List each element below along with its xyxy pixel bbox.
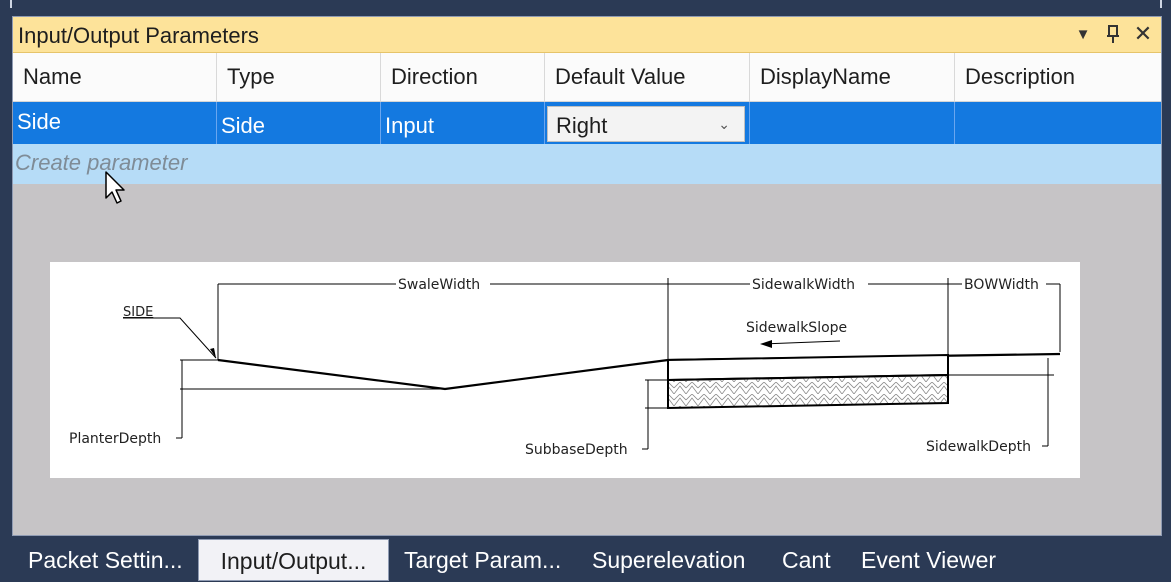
sidewalk-depth-label: SidewalkDepth [926, 439, 1031, 455]
cell-direction[interactable]: Input [381, 102, 545, 144]
default-value-selected: Right [556, 113, 608, 138]
cell-name[interactable]: Side [13, 102, 217, 144]
dropdown-arrow-icon[interactable]: ▼ [1073, 21, 1093, 47]
panel-title-bar: Input/Output Parameters ▼ ✕ [13, 17, 1161, 53]
panel-title: Input/Output Parameters [18, 23, 259, 48]
column-header-type[interactable]: Type [217, 53, 381, 101]
column-header-default-value[interactable]: Default Value [545, 53, 750, 101]
slope-arrow-line [761, 340, 841, 345]
top-strip [0, 0, 1171, 14]
mouse-cursor-icon [105, 171, 125, 204]
subassembly-diagram: SwaleWidth SidewalkWidth BOWWidth SIDE S… [50, 262, 1080, 478]
slope-arrow-head [760, 340, 772, 348]
cell-type[interactable]: Side [217, 102, 381, 144]
column-header-display-name[interactable]: DisplayName [750, 53, 955, 101]
pin-icon-svg [1107, 25, 1119, 43]
column-header-name[interactable]: Name [13, 53, 217, 101]
chevron-down-icon[interactable]: ⌄ [718, 107, 730, 141]
swale-width-label: SwaleWidth [398, 277, 480, 293]
cell-default-value: Right ⌄ [545, 102, 750, 144]
side-leader [123, 317, 217, 359]
close-icon[interactable]: ✕ [1133, 21, 1153, 47]
default-value-dropdown[interactable]: Right ⌄ [547, 106, 745, 142]
tab-cant[interactable]: Cant [782, 538, 831, 582]
sidewalk-width-label: SidewalkWidth [752, 277, 855, 293]
strip-tick [1160, 0, 1162, 8]
parameters-grid: Name Type Direction Default Value Displa… [13, 53, 1161, 184]
planter-depth-label: PlanterDepth [69, 431, 161, 447]
bow-width-label: BOWWidth [964, 277, 1039, 293]
pin-icon[interactable] [1103, 21, 1123, 47]
create-parameter-row[interactable]: Create parameter [13, 144, 1161, 184]
tab-superelevation[interactable]: Superelevation [592, 538, 745, 582]
grid-header-row: Name Type Direction Default Value Displa… [13, 53, 1161, 102]
column-header-description[interactable]: Description [955, 53, 1161, 101]
tab-target-parameters[interactable]: Target Param... [404, 538, 561, 582]
diagram-svg: SwaleWidth SidewalkWidth BOWWidth SIDE S… [69, 277, 1061, 458]
cell-display-name[interactable] [750, 102, 955, 144]
tab-input-output[interactable]: Input/Output... [198, 539, 389, 581]
table-row-selected[interactable]: Side Side Input Right ⌄ [13, 102, 1161, 144]
tab-event-viewer[interactable]: Event Viewer [861, 538, 996, 582]
cell-description[interactable] [955, 102, 1161, 144]
column-header-direction[interactable]: Direction [381, 53, 545, 101]
tab-packet-settings[interactable]: Packet Settin... [28, 538, 183, 582]
bottom-tab-strip: Packet Settin... Input/Output... Target … [0, 538, 1171, 582]
subbase-depth-label: SubbaseDepth [525, 442, 628, 458]
input-output-parameters-panel: Input/Output Parameters ▼ ✕ Name Type Di… [12, 16, 1162, 536]
subbase-layer [667, 373, 949, 410]
strip-tick [10, 0, 12, 8]
sidewalk-slope-label: SidewalkSlope [746, 320, 847, 336]
